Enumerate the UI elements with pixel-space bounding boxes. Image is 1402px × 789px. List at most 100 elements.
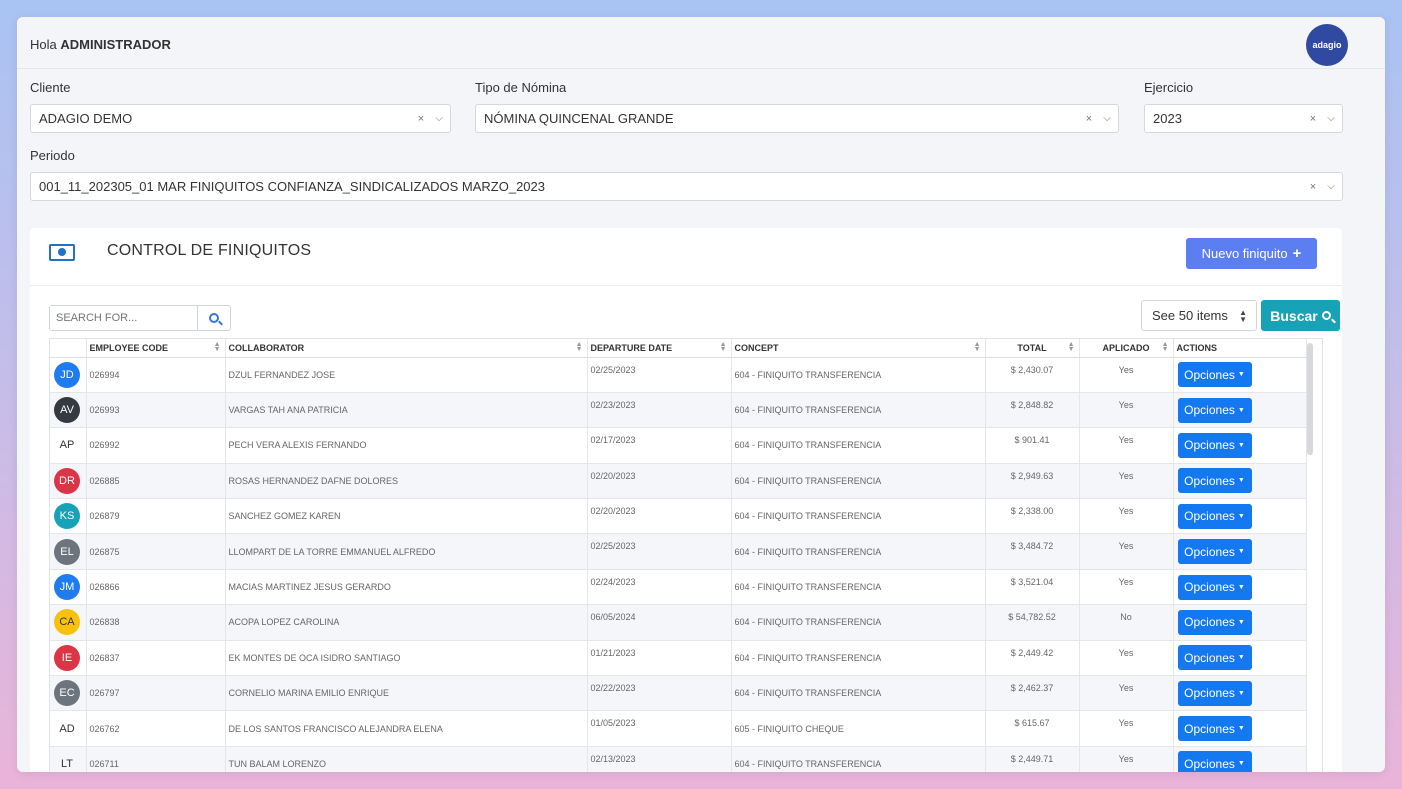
col-concept[interactable]: CONCEPT ▲ ▼ (731, 339, 986, 358)
col-total[interactable]: TOTAL ▲ ▼ (985, 339, 1080, 358)
opciones-button[interactable]: Opciones ▼ (1177, 432, 1252, 458)
total-cell: $ 901.41 (985, 427, 1080, 464)
total-cell: $ 2,449.71 (985, 746, 1080, 772)
departure-date-cell: 02/20/2023 (587, 498, 732, 535)
departure-date-cell: 02/22/2023 (587, 675, 732, 712)
opciones-label: Opciones (1184, 580, 1235, 595)
opciones-button[interactable]: Opciones ▼ (1177, 751, 1252, 772)
new-finiquito-button[interactable]: Nuevo finiquito + (1186, 238, 1317, 269)
card-header: CONTROL DE FINIQUITOS Nuevo finiquito + (30, 228, 1342, 286)
ejercicio-chevron-down-icon[interactable]: ⌵ (1320, 113, 1342, 124)
opciones-label: Opciones (1184, 403, 1235, 418)
opciones-label: Opciones (1184, 615, 1235, 630)
col-employee-code[interactable]: EMPLOYEE CODE ▲ ▼ (86, 339, 226, 358)
collaborator-cell: ACOPA LOPEZ CAROLINA (225, 604, 588, 641)
actions-cell: Opciones ▼ (1173, 640, 1307, 677)
ejercicio-select[interactable]: 2023 × ⌵ (1144, 104, 1343, 133)
opciones-button[interactable]: Opciones ▼ (1177, 716, 1252, 742)
table-scrollbar[interactable] (1307, 343, 1313, 455)
caret-down-icon: ▼ (1237, 371, 1245, 379)
periodo-chevron-down-icon[interactable]: ⌵ (1320, 181, 1342, 192)
opciones-button[interactable]: Opciones ▼ (1177, 362, 1252, 388)
employee-code-cell: 026994 (86, 357, 226, 393)
collaborator-cell: CORNELIO MARINA EMILIO ENRIQUE (225, 675, 588, 712)
table-row: DR 026885 ROSAS HERNANDEZ DAFNE DOLORES 02/… (50, 463, 1307, 500)
search-input[interactable] (50, 306, 197, 330)
actions-cell: Opciones ▼ (1173, 427, 1307, 464)
employee-code-cell: 026875 (86, 533, 226, 570)
employee-code-cell: 026879 (86, 498, 226, 535)
departure-date-cell: 02/17/2023 (587, 427, 732, 464)
avatar-cell: JM (50, 569, 87, 606)
col-collaborator[interactable]: COLLABORATOR ▲ ▼ (225, 339, 588, 358)
total-cell: $ 2,449.42 (985, 640, 1080, 677)
concept-cell: 604 - FINIQUITO TRANSFERENCIA (731, 498, 986, 535)
sort-arrows-icon: ▲ ▼ (1239, 308, 1247, 324)
opciones-button[interactable]: Opciones ▼ (1177, 609, 1252, 635)
table-header-row: EMPLOYEE CODE ▲ ▼ COLLABORATOR ▲ ▼ DEPARTURE… (50, 339, 1307, 358)
col-aplicado[interactable]: APLICADO ▲ ▼ (1079, 339, 1174, 358)
avatar-cell: AD (50, 710, 87, 747)
col-concept-label: CONCEPT (734, 342, 779, 353)
col-actions: ACTIONS (1173, 339, 1307, 358)
actions-cell: Opciones ▼ (1173, 675, 1307, 712)
adagio-logo[interactable]: adagio (1306, 24, 1348, 66)
table-row: AP 026992 PECH VERA ALEXIS FERNANDO 02/17/2… (50, 427, 1307, 464)
departure-date-cell: 01/21/2023 (587, 640, 732, 677)
actions-cell: Opciones ▼ (1173, 463, 1307, 500)
buscar-button[interactable]: Buscar (1261, 300, 1340, 331)
ejercicio-clear-icon[interactable]: × (1306, 113, 1320, 125)
aplicado-cell: Yes (1079, 675, 1174, 712)
actions-cell: Opciones ▼ (1173, 710, 1307, 747)
actions-cell: Opciones ▼ (1173, 498, 1307, 535)
caret-down-icon: ▼ (1237, 725, 1245, 733)
opciones-button[interactable]: Opciones ▼ (1177, 539, 1252, 565)
avatar-cell: CA (50, 604, 87, 641)
col-employee-code-label: EMPLOYEE CODE (89, 342, 169, 353)
caret-down-icon: ▼ (1237, 760, 1245, 768)
opciones-button[interactable]: Opciones ▼ (1177, 397, 1252, 423)
collaborator-cell: LLOMPART DE LA TORRE EMMANUEL ALFREDO (225, 533, 588, 570)
collaborator-cell: EK MONTES DE OCA ISIDRO SANTIAGO (225, 640, 588, 677)
actions-cell: Opciones ▼ (1173, 357, 1307, 393)
avatar-cell: EC (50, 675, 87, 712)
table-row: JD 026994 DZUL FERNANDEZ JOSE 02/25/2023 604… (50, 357, 1307, 393)
cliente-value: ADAGIO DEMO (39, 111, 133, 126)
opciones-button[interactable]: Opciones ▼ (1177, 503, 1252, 529)
caret-down-icon: ▼ (1237, 477, 1245, 485)
cliente-select[interactable]: ADAGIO DEMO × ⌵ (30, 104, 451, 133)
col-collaborator-label: COLLABORATOR (228, 342, 305, 353)
tipo-nomina-select[interactable]: NÓMINA QUINCENAL GRANDE × ⌵ (475, 104, 1119, 133)
avatar-cell: EL (50, 533, 87, 570)
opciones-button[interactable]: Opciones ▼ (1177, 680, 1252, 706)
col-departure-date[interactable]: DEPARTURE DATE ▲ ▼ (587, 339, 732, 358)
opciones-label: Opciones (1184, 509, 1235, 524)
employee-code-cell: 026866 (86, 569, 226, 606)
search-button[interactable] (197, 306, 230, 330)
avatar: AD (59, 722, 75, 735)
table-row: CA 026838 ACOPA LOPEZ CAROLINA 06/05/2024 60… (50, 604, 1307, 641)
caret-down-icon: ▼ (1237, 689, 1245, 697)
departure-date-cell: 02/20/2023 (587, 463, 732, 500)
cliente-clear-icon[interactable]: × (414, 113, 428, 125)
opciones-button[interactable]: Opciones ▼ (1177, 574, 1252, 600)
aplicado-cell: Yes (1079, 710, 1174, 747)
plus-icon: + (1292, 245, 1302, 262)
actions-cell: Opciones ▼ (1173, 569, 1307, 606)
tipo-nomina-chevron-down-icon[interactable]: ⌵ (1096, 113, 1118, 124)
periodo-clear-icon[interactable]: × (1306, 181, 1320, 193)
avatar-cell: AP (50, 427, 87, 464)
opciones-button[interactable]: Opciones ▼ (1177, 468, 1252, 494)
col-departure-date-label: DEPARTURE DATE (590, 342, 673, 353)
opciones-label: Opciones (1184, 686, 1235, 701)
cliente-chevron-down-icon[interactable]: ⌵ (428, 113, 450, 124)
avatar: LT (60, 757, 74, 770)
opciones-button[interactable]: Opciones ▼ (1177, 645, 1252, 671)
caret-down-icon: ▼ (1237, 406, 1245, 414)
periodo-value: 001_11_202305_01 MAR FINIQUITOS CONFIANZ… (39, 179, 545, 194)
collaborator-cell: DE LOS SANTOS FRANCISCO ALEJANDRA ELENA (225, 710, 588, 747)
tipo-nomina-clear-icon[interactable]: × (1082, 113, 1096, 125)
actions-cell: Opciones ▼ (1173, 746, 1307, 772)
page-size-select[interactable]: See 50 items ▲ ▼ (1141, 300, 1257, 331)
periodo-select[interactable]: 001_11_202305_01 MAR FINIQUITOS CONFIANZ… (30, 172, 1343, 201)
